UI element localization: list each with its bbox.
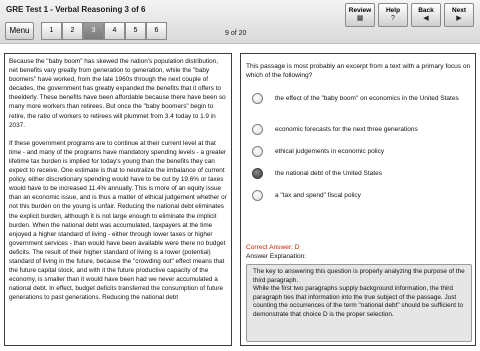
answer-choice-text: economic forecasts for the next three ge… <box>275 126 418 133</box>
answer-choice-text: the effect of the "baby boom" on economi… <box>275 95 459 102</box>
explanation-label: Answer Explanation: <box>246 253 307 260</box>
section-tab-6[interactable]: 6 <box>146 22 167 40</box>
top-toolbar: GRE Test 1 - Verbal Reasoning 3 of 6 Men… <box>0 0 480 44</box>
section-tab-4[interactable]: 4 <box>104 22 125 40</box>
grid-icon: ▦ <box>356 15 364 22</box>
answer-choice-a[interactable]: the effect of the "baby boom" on economi… <box>252 93 472 104</box>
passage-paragraph-2: If these government programs are to cont… <box>9 139 227 302</box>
test-title: GRE Test 1 - Verbal Reasoning 3 of 6 <box>6 5 146 14</box>
answer-choice-c[interactable]: ethical judgements in economic policy <box>252 146 472 157</box>
review-button[interactable]: Review ▦ <box>345 3 375 27</box>
back-button[interactable]: Back ◀ <box>411 3 441 27</box>
radio-button-selected[interactable] <box>252 168 263 179</box>
next-button[interactable]: Next ▶ <box>444 3 474 27</box>
section-tabs: 1 2 3 4 5 6 <box>41 22 167 40</box>
arrow-left-icon: ◀ <box>423 15 429 22</box>
back-label: Back <box>418 7 434 14</box>
question-text: This passage is most probably an excerpt… <box>246 63 471 79</box>
answer-choice-text: ethical judgements in economic policy <box>275 148 385 155</box>
nav-buttons: Review ▦ Help ? Back ◀ Next ▶ <box>342 3 474 27</box>
section-tab-5[interactable]: 5 <box>125 22 146 40</box>
passage-paragraph-1: Because the "baby boom" has skewed the n… <box>9 58 226 129</box>
answer-choice-b[interactable]: economic forecasts for the next three ge… <box>252 124 472 135</box>
explanation-box[interactable]: The key to answering this question is pr… <box>246 264 472 342</box>
answer-choice-d[interactable]: the national debt of the United States <box>252 168 472 179</box>
question-icon: ? <box>391 15 395 22</box>
radio-button[interactable] <box>252 93 263 104</box>
menu-button[interactable]: Menu <box>5 22 34 40</box>
radio-button[interactable] <box>252 124 263 135</box>
radio-button[interactable] <box>252 146 263 157</box>
question-pane: This passage is most probably an excerpt… <box>240 53 476 346</box>
question-counter: 9 of 20 <box>225 30 247 37</box>
radio-button[interactable] <box>252 190 263 201</box>
reading-passage[interactable]: Because the "baby boom" has skewed the n… <box>4 53 232 346</box>
explanation-text: The key to answering this question is pr… <box>253 268 465 318</box>
arrow-right-icon: ▶ <box>456 15 462 22</box>
answer-choice-text: a "tax and spend" fiscal policy <box>275 192 361 199</box>
correct-answer: Correct Answer: D <box>246 244 300 251</box>
section-tab-2[interactable]: 2 <box>62 22 83 40</box>
answer-choice-text: the national debt of the United States <box>275 170 382 177</box>
help-label: Help <box>385 7 401 14</box>
help-button[interactable]: Help ? <box>378 3 408 27</box>
answer-choice-e[interactable]: a "tax and spend" fiscal policy <box>252 190 472 201</box>
review-label: Review <box>348 7 372 14</box>
section-tab-1[interactable]: 1 <box>41 22 62 40</box>
next-label: Next <box>451 7 467 14</box>
section-tab-3[interactable]: 3 <box>83 22 104 40</box>
